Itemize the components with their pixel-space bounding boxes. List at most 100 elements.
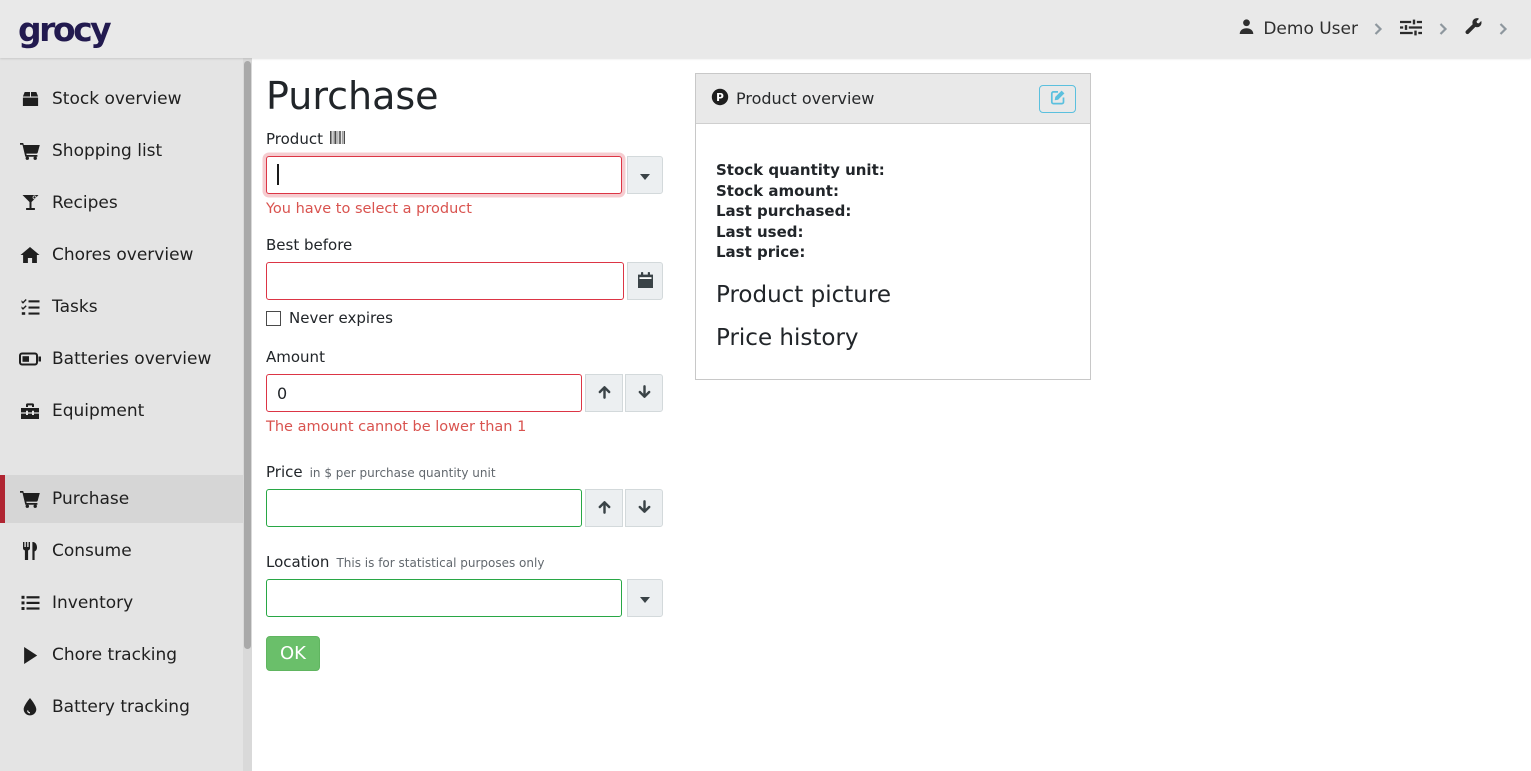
sidebar-item-tasks[interactable]: Tasks: [0, 283, 252, 331]
price-increment-button[interactable]: [585, 489, 623, 527]
never-expires-checkbox[interactable]: [266, 311, 281, 326]
home-icon: [19, 246, 41, 264]
card-header: P Product overview: [696, 74, 1090, 124]
barcode-icon: [330, 130, 345, 148]
user-name-label: Demo User: [1263, 19, 1358, 39]
sidebar-scrollbar-thumb[interactable]: [244, 61, 251, 649]
sidebar-item-label: Shopping list: [52, 141, 162, 161]
sidebar-item-purchase[interactable]: Purchase: [0, 475, 252, 523]
user-menu[interactable]: Demo User: [1238, 18, 1358, 40]
chevron-right-icon: [1438, 22, 1449, 36]
battery-icon: [19, 352, 41, 366]
topbar-menu: Demo User: [1238, 17, 1509, 41]
tasks-icon: [19, 299, 41, 316]
purchase-form: Purchase Product: [266, 58, 664, 671]
sidebar-item-label: Inventory: [52, 593, 133, 613]
sidebar-item-consume[interactable]: Consume: [0, 527, 252, 575]
product-icon-letter: P: [716, 92, 724, 104]
sidebar-item-label: Purchase: [52, 489, 129, 509]
sidebar-item-label: Chore tracking: [52, 645, 177, 665]
sidebar-item-label: Stock overview: [52, 89, 182, 109]
wrench-icon: [1464, 17, 1483, 41]
sidebar-item-equipment[interactable]: Equipment: [0, 387, 252, 435]
last-price-field: Last price:: [716, 242, 1070, 263]
stock-quantity-unit-field: Stock quantity unit:: [716, 160, 1070, 181]
edit-product-button[interactable]: [1039, 85, 1076, 113]
topbar: grocy Demo User: [0, 0, 1531, 58]
location-dropdown-button[interactable]: [627, 579, 663, 617]
product-error: You have to select a product: [266, 201, 664, 217]
admin-tools-menu[interactable]: [1464, 17, 1483, 41]
product-label: Product: [266, 130, 323, 148]
sidebar-item-battery-tracking[interactable]: Battery tracking: [0, 683, 252, 731]
amount-input[interactable]: [266, 374, 582, 412]
best-before-input[interactable]: [266, 262, 624, 300]
app-logo[interactable]: grocy: [18, 10, 109, 49]
sidebar-item-label: Equipment: [52, 401, 144, 421]
best-before-label: Best before: [266, 236, 352, 254]
calendar-icon: [638, 272, 653, 291]
main-content: Purchase Product: [252, 58, 1531, 771]
chevron-right-icon: [1498, 22, 1509, 36]
text-cursor: [277, 164, 279, 185]
sidebar-item-chores-overview[interactable]: Chores overview: [0, 231, 252, 279]
page-title: Purchase: [266, 74, 664, 118]
sidebar-item-label: Chores overview: [52, 245, 193, 265]
amount-label: Amount: [266, 348, 325, 366]
edit-pencil-icon: [1050, 89, 1066, 108]
list-icon: [19, 595, 41, 611]
sidebar-item-chore-tracking[interactable]: Chore tracking: [0, 631, 252, 679]
play-icon: [19, 647, 41, 664]
arrow-up-icon: [597, 384, 612, 403]
price-input[interactable]: [266, 489, 582, 527]
sidebar-item-shopping-list[interactable]: Shopping list: [0, 127, 252, 175]
sidebar-item-label: Recipes: [52, 193, 118, 213]
product-dropdown-button[interactable]: [627, 156, 663, 194]
sidebar-scrollbar[interactable]: [243, 58, 252, 771]
card-body: Stock quantity unit: Stock amount: Last …: [696, 124, 1090, 379]
cart-icon: [19, 490, 41, 508]
amount-error: The amount cannot be lower than 1: [266, 419, 664, 435]
product-circle-icon: P: [711, 88, 729, 110]
arrow-up-icon: [597, 499, 612, 518]
sidebar-item-label: Tasks: [52, 297, 98, 317]
settings-menu[interactable]: [1399, 18, 1423, 41]
utensils-icon: [19, 542, 41, 560]
price-label: Price: [266, 463, 303, 481]
sidebar-item-label: Consume: [52, 541, 132, 561]
product-picture-heading: Product picture: [716, 282, 1070, 308]
arrow-down-icon: [637, 384, 652, 403]
cart-icon: [19, 142, 41, 160]
amount-increment-button[interactable]: [585, 374, 623, 412]
sidebar: Stock overview Shopping list Recipes Cho…: [0, 58, 252, 771]
amount-decrement-button[interactable]: [625, 374, 663, 412]
price-hint: in $ per purchase quantity unit: [310, 466, 496, 480]
sidebar-item-label: Batteries overview: [52, 349, 211, 369]
sidebar-item-batteries-overview[interactable]: Batteries overview: [0, 335, 252, 383]
sliders-icon: [1399, 18, 1423, 41]
ok-button[interactable]: OK: [266, 636, 320, 671]
chevron-right-icon: [1373, 22, 1384, 36]
sidebar-item-inventory[interactable]: Inventory: [0, 579, 252, 627]
product-input[interactable]: [266, 156, 622, 194]
sidebar-item-label: Battery tracking: [52, 697, 190, 717]
sidebar-item-recipes[interactable]: Recipes: [0, 179, 252, 227]
sidebar-item-stock-overview[interactable]: Stock overview: [0, 75, 252, 123]
location-hint: This is for statistical purposes only: [336, 556, 544, 570]
stock-amount-field: Stock amount:: [716, 181, 1070, 202]
caret-down-icon: [640, 168, 650, 183]
last-used-field: Last used:: [716, 222, 1070, 243]
last-purchased-field: Last purchased:: [716, 201, 1070, 222]
card-title-label: Product overview: [736, 89, 874, 108]
user-icon: [1238, 18, 1255, 40]
location-input[interactable]: [266, 579, 622, 617]
calendar-button[interactable]: [627, 262, 663, 300]
price-history-heading: Price history: [716, 325, 1070, 351]
location-label: Location: [266, 553, 329, 571]
cocktail-icon: [19, 194, 41, 212]
caret-down-icon: [640, 591, 650, 606]
arrow-down-icon: [637, 499, 652, 518]
toolbox-icon: [19, 402, 41, 420]
price-decrement-button[interactable]: [625, 489, 663, 527]
product-overview-card: P Product overview Stock quantity unit: …: [695, 73, 1091, 380]
